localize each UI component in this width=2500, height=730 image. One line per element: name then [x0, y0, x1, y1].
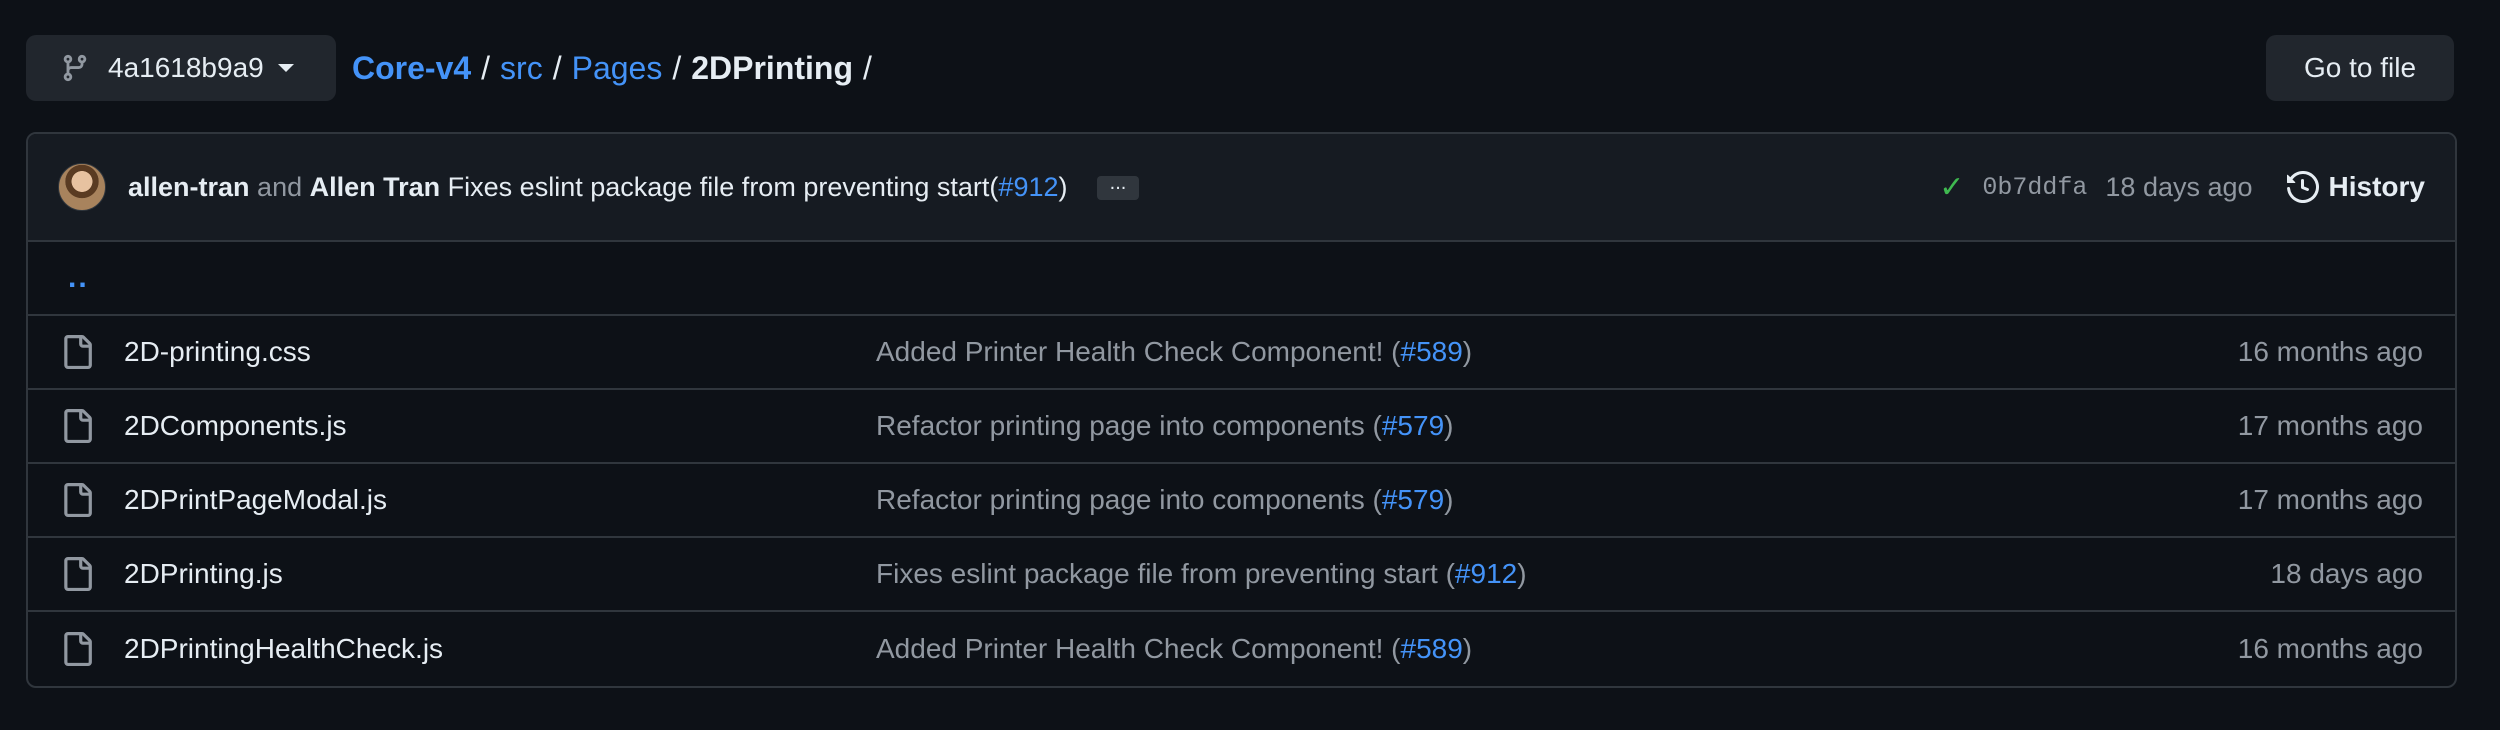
file-commit-age: 16 months ago: [2237, 633, 2423, 664]
file-commit-age: 18 days ago: [2270, 558, 2423, 589]
check-icon[interactable]: ✓: [1939, 170, 1964, 205]
file-commit-pr-link[interactable]: #589: [1401, 336, 1463, 367]
file-row[interactable]: 2D-printing.css Added Printer Health Che…: [28, 316, 2455, 390]
breadcrumb-pages-link[interactable]: Pages: [572, 50, 663, 87]
file-commit-pr-close: ): [1444, 410, 1454, 441]
commit-meta: ✓ 0b7ddfa 18 days ago History: [1939, 170, 2425, 205]
top-bar: 4a1618b9a9 Core-v4 / src / Pages / 2DPri…: [26, 35, 2454, 101]
file-row[interactable]: 2DPrintPageModal.js Refactor printing pa…: [28, 464, 2455, 538]
file-name-link[interactable]: 2DComponents.js: [124, 410, 876, 442]
history-label: History: [2328, 171, 2425, 202]
file-commit-pr-link[interactable]: #579: [1382, 410, 1444, 441]
file-commit-age: 17 months ago: [2237, 484, 2423, 515]
file-commit-pr-link[interactable]: #579: [1382, 484, 1444, 515]
file-name-link[interactable]: 2DPrinting.js: [124, 558, 876, 590]
file-commit-pr-link[interactable]: #589: [1401, 633, 1463, 664]
parent-directory-link[interactable]: ..: [28, 242, 2455, 316]
file-commit-message-text: Refactor printing page into components (: [876, 484, 1382, 515]
file-name-link[interactable]: 2DPrintingHealthCheck.js: [124, 633, 876, 665]
file-commit-age: 16 months ago: [2237, 336, 2423, 367]
breadcrumb-repo-link[interactable]: Core-v4: [352, 50, 471, 87]
expand-commit-button[interactable]: ...: [1097, 173, 1140, 201]
file-icon: [60, 409, 94, 443]
avatar[interactable]: [58, 163, 106, 211]
chevron-down-icon: [277, 64, 294, 72]
history-button[interactable]: History: [2286, 171, 2425, 203]
file-icon: [60, 335, 94, 369]
branch-name: 4a1618b9a9: [108, 52, 264, 83]
commit-author-link[interactable]: allen-tran: [128, 172, 250, 202]
breadcrumb-src-link[interactable]: src: [500, 50, 543, 87]
file-commit-age: 17 months ago: [2237, 410, 2423, 441]
commit-and-text: and: [257, 171, 303, 202]
breadcrumb-separator: /: [863, 49, 872, 86]
commit-coauthor-link[interactable]: Allen Tran: [310, 172, 441, 202]
file-commit-pr-close: ): [1462, 336, 1473, 367]
file-commit-message-text: Refactor printing page into components (: [876, 410, 1382, 441]
file-commit-pr-link[interactable]: #912: [1455, 558, 1517, 589]
commit-sha-link[interactable]: 0b7ddfa: [1982, 173, 2087, 202]
file-icon: [60, 632, 94, 666]
file-commit-message-text: Added Printer Health Check Component! (: [876, 633, 1401, 664]
go-to-file-button[interactable]: Go to file: [2266, 35, 2454, 101]
latest-commit-bar: allen-tran and Allen Tran Fixes eslint p…: [28, 134, 2455, 242]
file-commit-message-text: Added Printer Health Check Component! (: [876, 336, 1401, 367]
file-commit-message[interactable]: Refactor printing page into components (…: [876, 410, 1453, 442]
commit-summary: allen-tran and Allen Tran Fixes eslint p…: [128, 171, 1140, 203]
branch-select-button[interactable]: 4a1618b9a9: [26, 35, 336, 101]
commit-message-link[interactable]: Fixes eslint package file from preventin…: [448, 172, 990, 202]
breadcrumb-current-folder: 2DPrinting: [691, 49, 853, 86]
file-row[interactable]: 2DPrinting.js Fixes eslint package file …: [28, 538, 2455, 612]
file-name-link[interactable]: 2D-printing.css: [124, 336, 876, 368]
file-commit-pr-close: ): [1462, 633, 1473, 664]
file-commit-message[interactable]: Added Printer Health Check Component! (#…: [876, 633, 1472, 665]
commit-age: 18 days ago: [2105, 171, 2253, 202]
commit-pr-link[interactable]: #912: [998, 172, 1058, 202]
breadcrumb: Core-v4 / src / Pages / 2DPrinting /: [352, 35, 882, 101]
file-commit-message[interactable]: Added Printer Health Check Component! (#…: [876, 336, 1472, 368]
file-commit-pr-close: ): [1444, 484, 1454, 515]
file-row[interactable]: 2DPrintingHealthCheck.js Added Printer H…: [28, 612, 2455, 686]
file-name-link[interactable]: 2DPrintPageModal.js: [124, 484, 876, 516]
file-commit-message[interactable]: Refactor printing page into components (…: [876, 484, 1453, 516]
breadcrumb-separator: /: [672, 49, 682, 86]
history-icon: [2286, 171, 2319, 203]
file-commit-message[interactable]: Fixes eslint package file from preventin…: [876, 558, 1527, 590]
file-icon: [60, 483, 94, 517]
file-row[interactable]: 2DComponents.js Refactor printing page i…: [28, 390, 2455, 464]
file-commit-pr-close: ): [1517, 558, 1527, 589]
commit-pr-close: ): [1058, 171, 1068, 202]
breadcrumb-separator: /: [481, 49, 491, 86]
git-branch-icon: [60, 53, 90, 83]
file-icon: [60, 557, 94, 591]
file-commit-message-text: Fixes eslint package file from preventin…: [876, 558, 1455, 589]
file-list: allen-tran and Allen Tran Fixes eslint p…: [26, 132, 2457, 688]
breadcrumb-separator: /: [552, 49, 562, 86]
